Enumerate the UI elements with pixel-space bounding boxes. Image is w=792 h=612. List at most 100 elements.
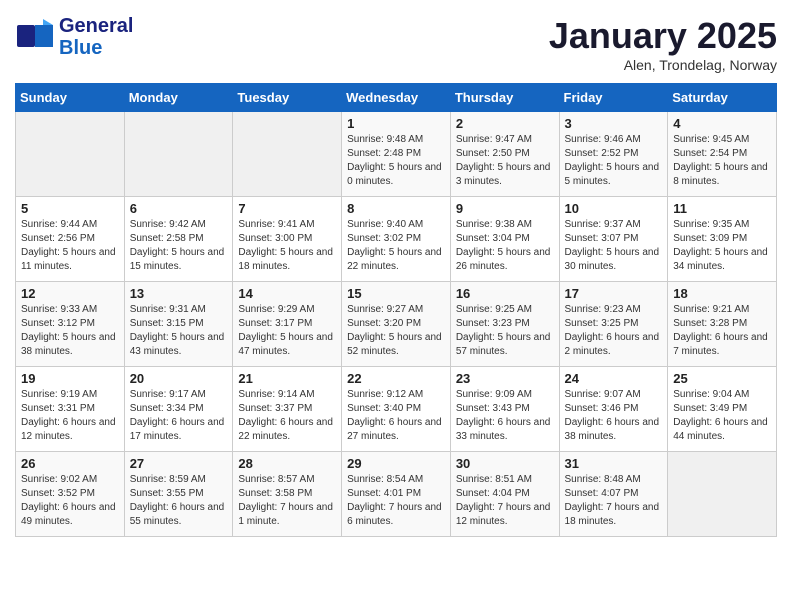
day-info: Sunrise: 9:33 AMSunset: 3:12 PMDaylight:… bbox=[21, 303, 119, 359]
day-info: Sunrise: 9:31 AMSunset: 3:15 PMDaylight:… bbox=[130, 303, 228, 359]
calendar-cell: 4 Sunrise: 9:45 AMSunset: 2:54 PMDaylight… bbox=[668, 112, 777, 197]
calendar-cell: 2Sunrise: 9:47 AMSunset: 2:50 PMDaylight… bbox=[450, 112, 559, 197]
day-of-week-header: Monday bbox=[124, 84, 233, 112]
day-of-week-header: Tuesday bbox=[233, 84, 342, 112]
day-info: Sunrise: 9:42 AMSunset: 2:58 PMDaylight:… bbox=[130, 218, 228, 274]
calendar-cell: 23 Sunrise: 9:09 AMSunset: 3:43 PMDayligh… bbox=[450, 367, 559, 452]
calendar-cell: 19 Sunrise: 9:19 AMSunset: 3:31 PMDayligh… bbox=[16, 367, 125, 452]
day-number: 27 bbox=[130, 456, 228, 471]
day-info: Sunrise: 9:25 AMSunset: 3:23 PMDaylight:… bbox=[456, 303, 554, 359]
calendar-cell bbox=[233, 112, 342, 197]
day-info: Sunrise: 8:57 AMSunset: 3:58 PMDaylight:… bbox=[238, 473, 336, 529]
day-number: 23 bbox=[456, 371, 554, 386]
day-info: Sunrise: 9:17 AMSunset: 3:34 PMDaylight:… bbox=[130, 388, 228, 444]
day-number: 11 bbox=[673, 201, 771, 216]
logo: General Blue bbox=[15, 15, 133, 59]
day-info: Sunrise: 9:04 AMSunset: 3:49 PMDaylight:… bbox=[673, 388, 771, 444]
calendar-cell: 15 Sunrise: 9:27 AMSunset: 3:20 PMDayligh… bbox=[342, 282, 451, 367]
calendar-cell bbox=[16, 112, 125, 197]
calendar-cell: 3 Sunrise: 9:46 AMSunset: 2:52 PMDaylight… bbox=[559, 112, 668, 197]
calendar-cell: 31Sunrise: 8:48 AMSunset: 4:07 PMDayligh… bbox=[559, 452, 668, 537]
day-number: 6 bbox=[130, 201, 228, 216]
calendar-cell: 8Sunrise: 9:40 AMSunset: 3:02 PMDaylight… bbox=[342, 197, 451, 282]
day-info: Sunrise: 8:51 AMSunset: 4:04 PMDaylight:… bbox=[456, 473, 554, 529]
day-info: Sunrise: 9:45 AMSunset: 2:54 PMDaylight:… bbox=[673, 133, 771, 189]
day-info: Sunrise: 9:38 AMSunset: 3:04 PMDaylight:… bbox=[456, 218, 554, 274]
calendar-cell: 18 Sunrise: 9:21 AMSunset: 3:28 PMDayligh… bbox=[668, 282, 777, 367]
calendar-cell: 14 Sunrise: 9:29 AMSunset: 3:17 PMDayligh… bbox=[233, 282, 342, 367]
day-info: Sunrise: 9:27 AMSunset: 3:20 PMDaylight:… bbox=[347, 303, 445, 359]
calendar-cell: 10Sunrise: 9:37 AMSunset: 3:07 PMDayligh… bbox=[559, 197, 668, 282]
day-number: 13 bbox=[130, 286, 228, 301]
logo-blue: Blue bbox=[59, 37, 102, 59]
calendar-header-row: SundayMondayTuesdayWednesdayThursdayFrid… bbox=[16, 84, 777, 112]
day-number: 16 bbox=[456, 286, 554, 301]
day-info: Sunrise: 8:59 AMSunset: 3:55 PMDaylight:… bbox=[130, 473, 228, 529]
calendar-week-row: 5 Sunrise: 9:44 AMSunset: 2:56 PMDaylight… bbox=[16, 197, 777, 282]
day-number: 29 bbox=[347, 456, 445, 471]
title-block: January 2025 Alen, Trondelag, Norway bbox=[549, 15, 777, 73]
day-number: 14 bbox=[238, 286, 336, 301]
calendar-cell bbox=[668, 452, 777, 537]
calendar-cell: 28 Sunrise: 8:57 AMSunset: 3:58 PMDayligh… bbox=[233, 452, 342, 537]
day-info: Sunrise: 9:14 AMSunset: 3:37 PMDaylight:… bbox=[238, 388, 336, 444]
calendar-week-row: 19 Sunrise: 9:19 AMSunset: 3:31 PMDayligh… bbox=[16, 367, 777, 452]
day-info: Sunrise: 9:40 AMSunset: 3:02 PMDaylight:… bbox=[347, 218, 445, 274]
day-number: 5 bbox=[21, 201, 119, 216]
page-header: General Blue January 2025 Alen, Trondela… bbox=[15, 15, 777, 73]
day-number: 17 bbox=[565, 286, 663, 301]
calendar-cell: 13 Sunrise: 9:31 AMSunset: 3:15 PMDayligh… bbox=[124, 282, 233, 367]
day-info: Sunrise: 9:35 AMSunset: 3:09 PMDaylight:… bbox=[673, 218, 771, 274]
day-number: 15 bbox=[347, 286, 445, 301]
day-number: 26 bbox=[21, 456, 119, 471]
day-info: Sunrise: 9:47 AMSunset: 2:50 PMDaylight:… bbox=[456, 133, 554, 189]
day-number: 18 bbox=[673, 286, 771, 301]
calendar-cell: 29 Sunrise: 8:54 AMSunset: 4:01 PMDayligh… bbox=[342, 452, 451, 537]
day-info: Sunrise: 9:23 AMSunset: 3:25 PMDaylight:… bbox=[565, 303, 663, 359]
logo-general: General bbox=[59, 15, 133, 37]
location: Alen, Trondelag, Norway bbox=[549, 57, 777, 73]
day-number: 25 bbox=[673, 371, 771, 386]
calendar-cell: 11 Sunrise: 9:35 AMSunset: 3:09 PMDayligh… bbox=[668, 197, 777, 282]
calendar-cell: 12 Sunrise: 9:33 AMSunset: 3:12 PMDayligh… bbox=[16, 282, 125, 367]
day-info: Sunrise: 9:07 AMSunset: 3:46 PMDaylight:… bbox=[565, 388, 663, 444]
day-of-week-header: Saturday bbox=[668, 84, 777, 112]
day-number: 7 bbox=[238, 201, 336, 216]
day-number: 12 bbox=[21, 286, 119, 301]
day-number: 3 bbox=[565, 116, 663, 131]
day-number: 20 bbox=[130, 371, 228, 386]
day-info: Sunrise: 9:21 AMSunset: 3:28 PMDaylight:… bbox=[673, 303, 771, 359]
day-info: Sunrise: 9:02 AMSunset: 3:52 PMDaylight:… bbox=[21, 473, 119, 529]
day-number: 24 bbox=[565, 371, 663, 386]
calendar-week-row: 12 Sunrise: 9:33 AMSunset: 3:12 PMDayligh… bbox=[16, 282, 777, 367]
day-info: Sunrise: 8:54 AMSunset: 4:01 PMDaylight:… bbox=[347, 473, 445, 529]
day-info: Sunrise: 9:37 AMSunset: 3:07 PMDaylight:… bbox=[565, 218, 663, 274]
day-number: 19 bbox=[21, 371, 119, 386]
calendar-cell: 7Sunrise: 9:41 AMSunset: 3:00 PMDaylight… bbox=[233, 197, 342, 282]
day-info: Sunrise: 9:46 AMSunset: 2:52 PMDaylight:… bbox=[565, 133, 663, 189]
calendar-cell: 21 Sunrise: 9:14 AMSunset: 3:37 PMDayligh… bbox=[233, 367, 342, 452]
calendar-cell: 6 Sunrise: 9:42 AMSunset: 2:58 PMDaylight… bbox=[124, 197, 233, 282]
calendar-cell: 17 Sunrise: 9:23 AMSunset: 3:25 PMDayligh… bbox=[559, 282, 668, 367]
day-number: 1 bbox=[347, 116, 445, 131]
calendar-cell: 16 Sunrise: 9:25 AMSunset: 3:23 PMDayligh… bbox=[450, 282, 559, 367]
day-of-week-header: Sunday bbox=[16, 84, 125, 112]
day-info: Sunrise: 9:48 AMSunset: 2:48 PMDaylight:… bbox=[347, 133, 445, 189]
day-number: 31 bbox=[565, 456, 663, 471]
day-number: 4 bbox=[673, 116, 771, 131]
calendar-cell: 1 Sunrise: 9:48 AMSunset: 2:48 PMDaylight… bbox=[342, 112, 451, 197]
day-info: Sunrise: 9:19 AMSunset: 3:31 PMDaylight:… bbox=[21, 388, 119, 444]
day-number: 9 bbox=[456, 201, 554, 216]
day-info: Sunrise: 9:09 AMSunset: 3:43 PMDaylight:… bbox=[456, 388, 554, 444]
day-of-week-header: Wednesday bbox=[342, 84, 451, 112]
day-of-week-header: Thursday bbox=[450, 84, 559, 112]
calendar-week-row: 26 Sunrise: 9:02 AMSunset: 3:52 PMDayligh… bbox=[16, 452, 777, 537]
day-number: 21 bbox=[238, 371, 336, 386]
day-number: 28 bbox=[238, 456, 336, 471]
day-of-week-header: Friday bbox=[559, 84, 668, 112]
calendar-cell: 24 Sunrise: 9:07 AMSunset: 3:46 PMDayligh… bbox=[559, 367, 668, 452]
day-info: Sunrise: 9:44 AMSunset: 2:56 PMDaylight:… bbox=[21, 218, 119, 274]
calendar-table: SundayMondayTuesdayWednesdayThursdayFrid… bbox=[15, 83, 777, 537]
calendar-cell: 26 Sunrise: 9:02 AMSunset: 3:52 PMDayligh… bbox=[16, 452, 125, 537]
day-info: Sunrise: 9:29 AMSunset: 3:17 PMDaylight:… bbox=[238, 303, 336, 359]
